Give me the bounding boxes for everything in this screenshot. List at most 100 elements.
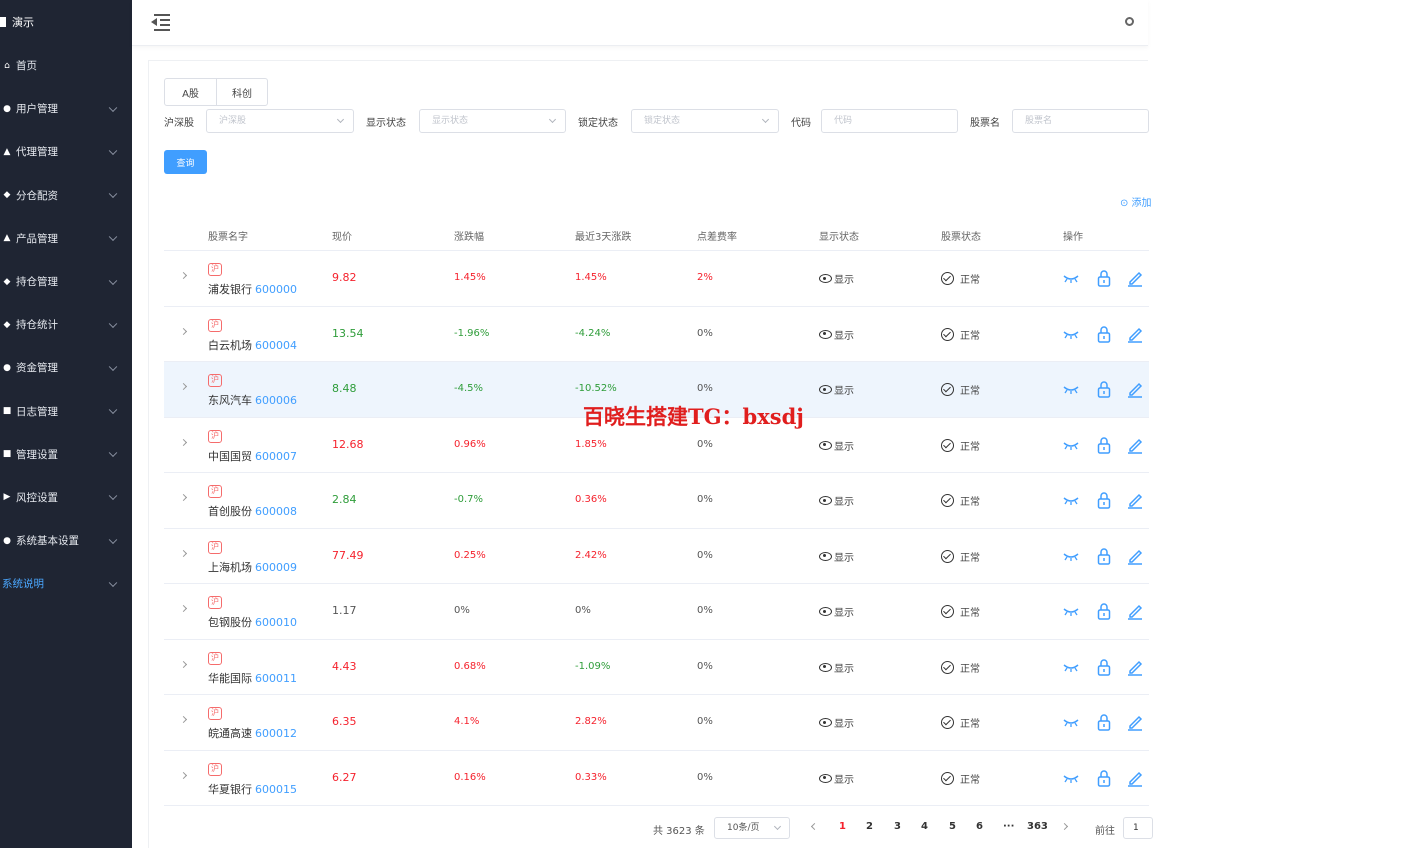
lock-icon[interactable]	[1096, 325, 1112, 343]
goto-page-input[interactable]: 1	[1123, 817, 1153, 839]
sidebar-item[interactable]: ■ 日志管理	[0, 390, 132, 433]
edit-icon[interactable]	[1127, 713, 1143, 731]
sidebar-item[interactable]: ▲ 代理管理	[0, 130, 132, 173]
lock-status-select[interactable]: 锁定状态	[631, 109, 779, 133]
page-size-select[interactable]: 10条/页	[714, 817, 790, 839]
hide-toggle-icon[interactable]	[1063, 658, 1079, 676]
hide-toggle-icon[interactable]	[1063, 269, 1079, 287]
page-number[interactable]: 363	[1027, 821, 1048, 832]
sidebar-item[interactable]: ▲ 产品管理	[0, 217, 132, 260]
edit-icon[interactable]	[1127, 269, 1143, 287]
eye-icon	[819, 329, 832, 339]
stock-status-cell: 正常	[941, 549, 980, 564]
lock-icon[interactable]	[1096, 658, 1112, 676]
sidebar-item-label: 系统基本设置	[16, 535, 79, 548]
page-number[interactable]: 1	[839, 821, 846, 832]
lock-icon[interactable]	[1096, 269, 1112, 287]
table-row[interactable]: 沪白云机场 600004 13.54 -1.96% -4.24% 0% 显示 正常	[164, 307, 1149, 362]
table-row[interactable]: 沪首创股份 600008 2.84 -0.7% 0.36% 0% 显示 正常	[164, 473, 1149, 529]
sidebar-item[interactable]: ● 用户管理	[0, 87, 132, 130]
sidebar-item-label: 持仓管理	[16, 276, 58, 289]
chevron-down-icon	[548, 115, 557, 124]
page-number[interactable]: 4	[921, 821, 928, 832]
edit-icon[interactable]	[1127, 491, 1143, 509]
expand-row-icon[interactable]	[179, 438, 188, 446]
page-number[interactable]: 6	[976, 821, 983, 832]
more-pages[interactable]: ···	[1003, 821, 1014, 832]
table-row[interactable]: 沪包钢股份 600010 1.17 0% 0% 0% 显示 正常	[164, 584, 1149, 640]
sidebar-item[interactable]: ■ 管理设置	[0, 433, 132, 476]
edit-icon[interactable]	[1127, 436, 1143, 454]
edit-icon[interactable]	[1127, 325, 1143, 343]
sidebar-item[interactable]: ● 系统基本设置	[0, 519, 132, 562]
edit-icon[interactable]	[1127, 658, 1143, 676]
sidebar-item[interactable]: ● 资金管理	[0, 346, 132, 389]
next-page-icon[interactable]	[1060, 822, 1069, 831]
query-button[interactable]: 查询	[164, 150, 207, 174]
expand-row-icon[interactable]	[179, 715, 188, 724]
stock-name-input[interactable]: 股票名	[1012, 109, 1149, 133]
lock-icon[interactable]	[1096, 436, 1112, 454]
prev-page-icon[interactable]	[810, 822, 819, 831]
expand-row-icon[interactable]	[179, 327, 188, 335]
table-row[interactable]: 沪华夏银行 600015 6.27 0.16% 0.33% 0% 显示 正常	[164, 751, 1149, 806]
edit-icon[interactable]	[1127, 547, 1143, 565]
expand-row-icon[interactable]	[179, 771, 188, 779]
exchange-badge: 沪	[208, 318, 222, 332]
page-number[interactable]: 3	[894, 821, 901, 832]
expand-row-icon[interactable]	[179, 660, 188, 668]
edit-icon[interactable]	[1127, 602, 1143, 620]
table-row[interactable]: 沪上海机场 600009 77.49 0.25% 2.42% 0% 显示 正常	[164, 529, 1149, 584]
expand-row-icon[interactable]	[179, 382, 188, 391]
hide-toggle-icon[interactable]	[1063, 436, 1079, 454]
change-3days-cell: 2.42%	[575, 549, 607, 561]
hide-toggle-icon[interactable]	[1063, 491, 1079, 509]
edit-icon[interactable]	[1127, 380, 1143, 398]
sidebar-item[interactable]: ▶ 风控设置	[0, 476, 132, 519]
table-body: 沪浦发银行 600000 9.82 1.45% 1.45% 2% 显示 正常沪白云机场 6000…	[164, 251, 1149, 806]
hide-toggle-icon[interactable]	[1063, 602, 1079, 620]
sidebar-item[interactable]: ◆ 分仓配资	[0, 174, 132, 217]
hide-toggle-icon[interactable]	[1063, 713, 1079, 731]
stock-name: 上海机场 600009	[208, 560, 297, 574]
sidebar-item[interactable]: ◆ 持仓管理	[0, 260, 132, 303]
sidebar-item[interactable]: 系统说明	[0, 562, 132, 605]
price-cell: 6.27	[332, 770, 357, 784]
expand-row-icon[interactable]	[179, 549, 188, 557]
lock-icon[interactable]	[1096, 547, 1112, 565]
lock-icon[interactable]	[1096, 491, 1112, 509]
collapse-menu-icon[interactable]	[150, 13, 170, 31]
lock-icon[interactable]	[1096, 380, 1112, 398]
tab-star-market[interactable]: 科创	[216, 79, 267, 105]
sidebar-item[interactable]: ⌂ 首页	[0, 44, 132, 87]
table-row[interactable]: 沪浦发银行 600000 9.82 1.45% 1.45% 2% 显示 正常	[164, 251, 1149, 307]
expand-row-icon[interactable]	[179, 271, 188, 280]
exchange-badge: 沪	[208, 374, 222, 387]
hide-toggle-icon[interactable]	[1063, 769, 1079, 787]
check-circle-icon	[941, 771, 954, 785]
code-input[interactable]: 代码	[821, 109, 958, 133]
hide-toggle-icon[interactable]	[1063, 380, 1079, 398]
hide-toggle-icon[interactable]	[1063, 325, 1079, 343]
expand-row-icon[interactable]	[179, 604, 188, 613]
sidebar-brand[interactable]: 演示	[0, 0, 132, 44]
lock-icon[interactable]	[1096, 602, 1112, 620]
market-select[interactable]: 沪深股	[206, 109, 354, 133]
edit-icon[interactable]	[1127, 769, 1143, 787]
tab-a-share[interactable]: A股	[165, 79, 216, 105]
user-avatar-icon[interactable]	[1125, 17, 1134, 26]
change-cell: 1.45%	[454, 272, 486, 283]
lock-filter-label: 锁定状态	[578, 118, 618, 129]
page-number[interactable]: 5	[949, 821, 956, 832]
lock-icon[interactable]	[1096, 713, 1112, 731]
sidebar-item[interactable]: ◆ 持仓统计	[0, 303, 132, 346]
hide-toggle-icon[interactable]	[1063, 547, 1079, 565]
lock-icon[interactable]	[1096, 769, 1112, 787]
page-number[interactable]: 2	[866, 821, 873, 832]
total-count: 共 3623 条	[653, 826, 705, 837]
table-row[interactable]: 沪华能国际 600011 4.43 0.68% -1.09% 0% 显示 正常	[164, 640, 1149, 695]
table-row[interactable]: 沪皖通高速 600012 6.35 4.1% 2.82% 0% 显示 正常	[164, 695, 1149, 751]
add-stock-button[interactable]: ⊙ 添加	[1120, 194, 1152, 209]
display-status-select[interactable]: 显示状态	[419, 109, 566, 133]
expand-row-icon[interactable]	[179, 493, 188, 502]
